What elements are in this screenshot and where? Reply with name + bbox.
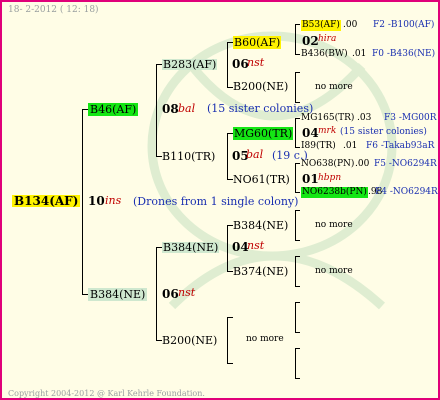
connector	[295, 192, 300, 193]
connector	[82, 109, 83, 295]
g1-1-generation: 06	[162, 287, 179, 301]
node-g2-3[interactable]: B200(NE)	[162, 335, 217, 346]
connector	[227, 133, 228, 179]
g4-4-value: .00	[355, 159, 370, 169]
node-g4-0[interactable]: B53(AF)	[301, 20, 341, 31]
node-g2-1[interactable]: B110(TR)	[162, 151, 215, 162]
node-g1-0[interactable]: B46(AF)	[88, 103, 139, 116]
node-g4-4[interactable]: NO638(PN)	[301, 160, 354, 169]
no-more-label: no more	[315, 266, 353, 276]
g4-3-ref: F6 -Takab93aR	[366, 141, 435, 151]
node-g2-2[interactable]: B384(NE)	[162, 242, 220, 253]
g4-1-ref: F0 -B436(NE)	[372, 49, 436, 59]
connector	[295, 72, 300, 73]
no-more-label: no more	[246, 334, 284, 344]
connector	[295, 378, 300, 379]
g2-1-mating: bal	[246, 148, 264, 161]
g1-0-generation: 08	[162, 102, 179, 116]
g2-0-mating: nst	[247, 56, 265, 69]
g3-2-note: (15 sister colonies)	[340, 127, 427, 137]
watermark-graphic	[147, 31, 397, 310]
g3-2-generation: 04	[302, 126, 319, 140]
connector	[295, 72, 296, 102]
connector	[295, 210, 296, 240]
node-g4-1[interactable]: B436(BW)	[301, 50, 348, 59]
connector	[295, 210, 300, 211]
g3-0-mating: hira	[318, 34, 337, 44]
node-g1-1[interactable]: B384(NE)	[88, 288, 148, 301]
node-g3-4[interactable]: B384(NE)	[233, 220, 288, 231]
connector	[227, 363, 233, 364]
g3-0-generation: 02	[302, 34, 319, 48]
node-g4-2[interactable]: MG165(TR)	[301, 114, 354, 123]
connector	[227, 42, 228, 87]
node-g4-5[interactable]: NO6238b(PN)	[301, 187, 368, 198]
root-mating: ins	[105, 194, 122, 207]
connector	[295, 163, 300, 164]
pedigree-frame: 18- 2-2012 ( 12: 18) B134(AF) 10 ins (Dr…	[0, 0, 440, 400]
connector	[295, 54, 300, 55]
connector	[156, 64, 157, 156]
no-more-label: no more	[315, 82, 353, 92]
connector	[295, 118, 296, 147]
connector	[295, 24, 300, 25]
connector	[227, 317, 228, 363]
connector	[227, 317, 233, 318]
g3-3-mating: hbpn	[318, 173, 342, 183]
node-g3-5[interactable]: B374(NE)	[233, 266, 288, 277]
connector	[295, 147, 300, 148]
node-g3-2[interactable]: MG60(TR)	[233, 127, 294, 140]
g4-0-ref: F2 -B100(AF)	[373, 20, 435, 30]
queen-root[interactable]: B134(AF)	[12, 195, 81, 207]
g2-2-mating: nst	[247, 239, 265, 252]
connector	[295, 348, 300, 349]
g4-4-ref: F5 -NO6294R	[374, 159, 437, 169]
connector	[295, 163, 296, 192]
node-g3-1[interactable]: B200(NE)	[233, 81, 288, 92]
g4-3-value: .01	[343, 141, 358, 151]
connector	[156, 247, 157, 340]
g1-1-mating: nst	[178, 286, 196, 299]
g1-0-note: (15 sister colonies)	[207, 102, 314, 115]
g1-0-mating: bal	[178, 102, 196, 115]
connector	[295, 348, 296, 378]
node-g3-0[interactable]: B60(AF)	[233, 36, 282, 49]
g4-5-ref: F4 -NO6294R	[375, 187, 438, 197]
connector	[295, 256, 296, 286]
connector	[295, 302, 300, 303]
node-g3-3[interactable]: NO61(TR)	[233, 174, 290, 185]
connector	[295, 302, 296, 332]
no-more-label: no more	[315, 220, 353, 230]
date-stamp: 18- 2-2012 ( 12: 18)	[8, 5, 99, 15]
g4-1-value: .01	[352, 49, 367, 59]
g3-3-generation: 01	[302, 172, 319, 186]
connector	[295, 256, 300, 257]
root-note: (Drones from 1 single colony)	[133, 195, 299, 208]
connector	[295, 286, 300, 287]
connector	[227, 225, 228, 271]
g4-0-value: .00	[343, 20, 358, 30]
g4-2-value: .03	[357, 113, 372, 123]
node-g4-3[interactable]: I89(TR)	[301, 142, 336, 151]
connector	[295, 118, 300, 119]
node-g2-0[interactable]: B283(AF)	[162, 59, 218, 70]
copyright-footer: Copyright 2004-2012 @ Karl Kehrle Founda…	[8, 389, 205, 398]
g4-2-ref: F3 -MG00R	[384, 113, 437, 123]
g3-2-mating: mrk	[318, 126, 337, 136]
connector	[295, 24, 296, 54]
connector	[295, 240, 300, 241]
connector	[295, 332, 300, 333]
root-generation: 10	[88, 194, 105, 208]
